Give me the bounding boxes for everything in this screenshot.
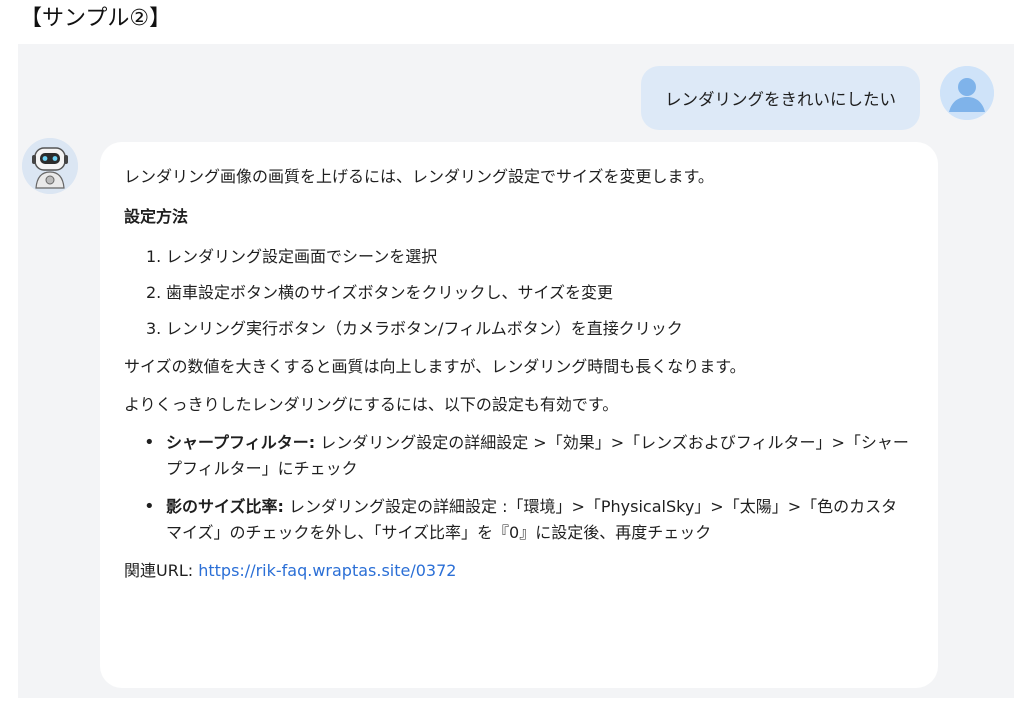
related-url-line: 関連URL: https://rik-faq.wraptas.site/0372: [124, 558, 910, 584]
user-message-row: レンダリングをきれいにしたい: [18, 44, 1014, 144]
step-number: 2.: [146, 283, 162, 302]
related-url-label: 関連URL:: [124, 561, 199, 580]
list-item: • シャープフィルター: レンダリング設定の詳細設定 >「効果」>「レンズおよび…: [144, 430, 910, 482]
bullet-content: 影のサイズ比率: レンダリング設定の詳細設定 :「環境」>「PhysicalSk…: [166, 494, 910, 546]
steps-list: 1. レンダリング設定画面でシーンを選択 2. 歯車設定ボタン横のサイズボタンをクリ…: [146, 244, 910, 342]
bullet-label: シャープフィルター:: [166, 433, 316, 452]
chat-panel: レンダリングをきれいにしたい レンダリング画像の画質を上げるには、レンダリング設…: [18, 44, 1014, 698]
assistant-intro-text: レンダリング画像の画質を上げるには、レンダリング設定でサイズを変更します。: [124, 167, 714, 186]
step-number: 1.: [146, 247, 162, 266]
note-text: サイズの数値を大きくすると画質は向上しますが、レンダリング時間も長くなります。: [124, 357, 746, 376]
step-text: レンダリング設定画面でシーンを選択: [166, 247, 438, 266]
bullet-label: 影のサイズ比率:: [166, 497, 284, 516]
bullet-icon: •: [144, 496, 155, 517]
list-item: • 影のサイズ比率: レンダリング設定の詳細設定 :「環境」>「Physical…: [144, 494, 910, 546]
bullet-list: • シャープフィルター: レンダリング設定の詳細設定 >「効果」>「レンズおよび…: [144, 430, 910, 546]
bullet-icon: •: [144, 432, 155, 453]
step-text: レンリング実行ボタン（カメラボタン/フィルムボタン）を直接クリック: [166, 319, 683, 338]
section-title: 設定方法: [124, 207, 189, 226]
bullet-content: シャープフィルター: レンダリング設定の詳細設定 >「効果」>「レンズおよびフィ…: [166, 430, 910, 482]
assistant-message-bubble: レンダリング画像の画質を上げるには、レンダリング設定でサイズを変更します。 設定…: [100, 142, 938, 688]
user-message-bubble: レンダリングをきれいにしたい: [641, 66, 920, 130]
page-heading: 【サンプル②】: [20, 6, 172, 31]
robot-avatar-icon: [22, 138, 78, 194]
user-avatar-icon: [940, 66, 994, 120]
list-item: 2. 歯車設定ボタン横のサイズボタンをクリックし、サイズを変更: [146, 280, 910, 306]
list-item: 3. レンリング実行ボタン（カメラボタン/フィルムボタン）を直接クリック: [146, 316, 910, 342]
step-text: 歯車設定ボタン横のサイズボタンをクリックし、サイズを変更: [166, 283, 614, 302]
list-item: 1. レンダリング設定画面でシーンを選択: [146, 244, 910, 270]
step-number: 3.: [146, 319, 162, 338]
extra-intro-text: よりくっきりしたレンダリングにするには、以下の設定も有効です。: [124, 395, 619, 414]
related-url-link[interactable]: https://rik-faq.wraptas.site/0372: [198, 561, 456, 580]
